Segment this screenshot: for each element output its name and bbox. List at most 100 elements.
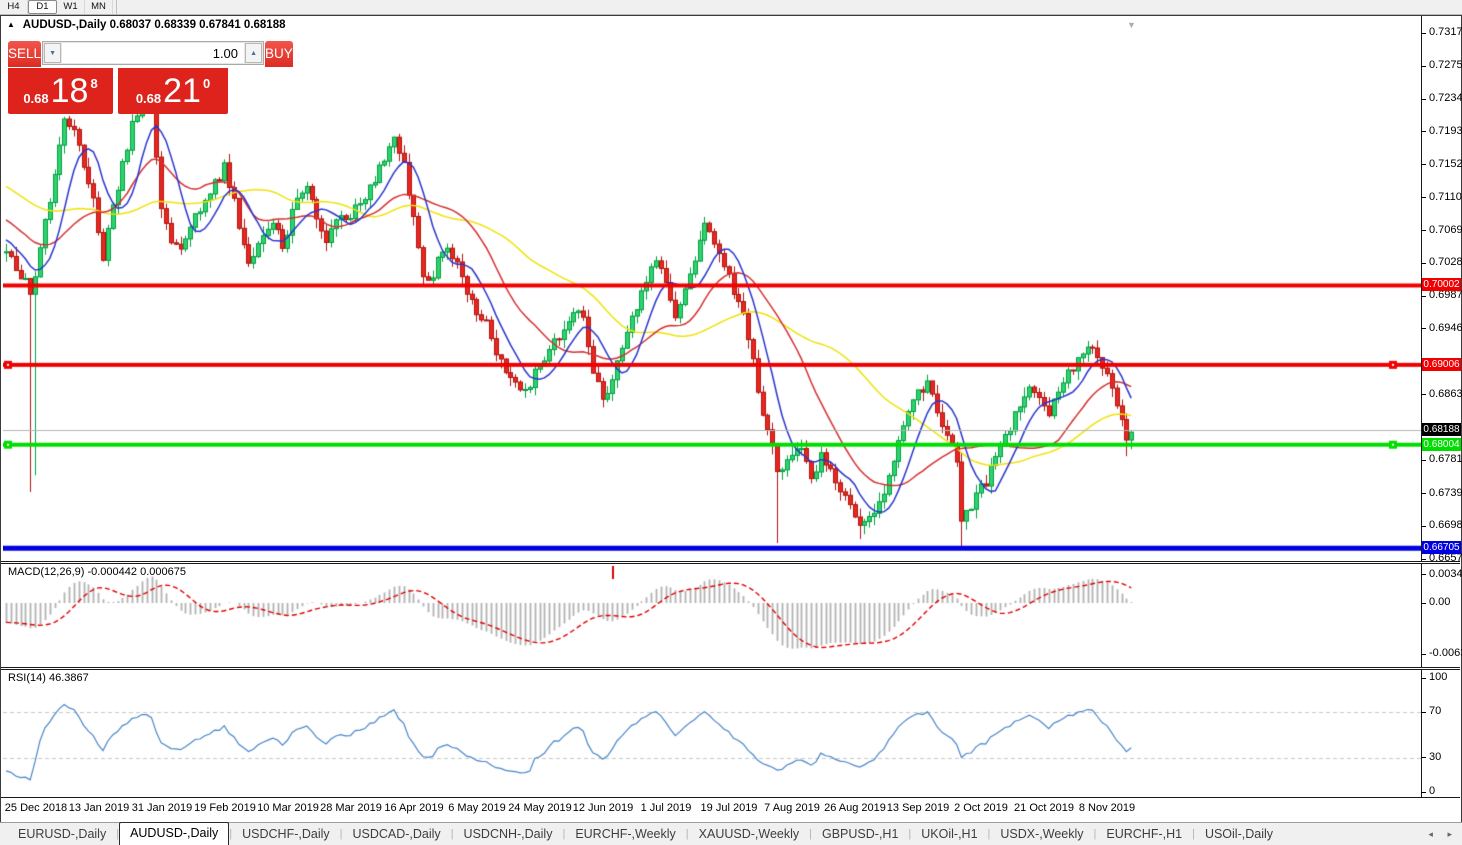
date-axis-label: 1 Jul 2019 <box>640 802 692 814</box>
sell-price-sup: 8 <box>90 75 98 91</box>
price-axis-tick-mark <box>1421 459 1426 461</box>
chart-tabs: EURUSD-,Daily | AUDUSD-,Daily | USDCHF-,Dail… <box>0 822 1283 845</box>
chart-ohlc-values: 0.68037 0.68339 0.67841 0.68188 <box>109 19 286 31</box>
price-axis-tick-label: 0.71930 <box>1429 124 1462 137</box>
spinner-down-icon: ▼ <box>49 50 56 57</box>
volume-decrease-button[interactable]: ▼ <box>44 43 62 63</box>
tab-scroll-arrows: ◂ ▸ <box>1416 829 1462 840</box>
rsi-axis-tick-mark <box>1421 757 1426 759</box>
chart-tab-gbpusd-h1[interactable]: GBPUSD-,H1 <box>812 824 908 845</box>
tab-scroll-left-icon[interactable]: ◂ <box>1428 829 1433 839</box>
price-axis-tick-label: 0.71100 <box>1429 190 1462 203</box>
chart-tab-ukoil-h1[interactable]: UKOil-,H1 <box>911 824 987 845</box>
price-axis-tick-label: 0.70690 <box>1429 223 1462 236</box>
date-axis-label: 31 Jan 2019 <box>131 802 193 814</box>
rsi-axis-tick-label: 70 <box>1429 705 1442 718</box>
chart-title: ▲ AUDUSD-,Daily 0.68037 0.68339 0.67841 … <box>7 19 286 31</box>
timeframe-button-d1[interactable]: D1 <box>28 0 57 14</box>
date-axis-border <box>1 797 1460 798</box>
chart-tab-usdx-weekly[interactable]: USDX-,Weekly <box>990 824 1093 845</box>
buy-button[interactable]: BUY <box>265 41 293 67</box>
date-axis-label: 16 Apr 2019 <box>384 802 444 814</box>
collapse-icon[interactable]: ▲ <box>7 20 15 29</box>
rsi-panel-canvas[interactable] <box>3 671 1421 797</box>
chart-tab-eurchf-weekly[interactable]: EURCHF-,Weekly <box>565 824 685 845</box>
chart-tab-usdchf-daily[interactable]: USDCHF-,Daily <box>232 824 340 845</box>
rsi-panel-separator[interactable] <box>1 667 1460 670</box>
price-axis-tick-label: 0.68630 <box>1429 387 1462 400</box>
chart-shift-marker-icon[interactable]: ▼ <box>1127 20 1136 30</box>
tab-scroll-right-icon[interactable]: ▸ <box>1447 829 1452 839</box>
price-axis-tick-mark <box>1421 525 1426 527</box>
rsi-axis-tick-label: 0 <box>1429 785 1436 797</box>
sell-price-prefix: 0.68 <box>23 90 49 106</box>
macd-axis-tick-label: -0.00637 <box>1429 647 1462 660</box>
sell-price-tile[interactable]: 0.68 18 8 <box>8 68 113 114</box>
date-axis-label: 10 Mar 2019 <box>257 802 319 814</box>
date-axis-label: 13 Sep 2019 <box>886 802 950 814</box>
toolbar-separator <box>116 0 117 14</box>
buy-price-big: 21 <box>163 72 201 110</box>
date-axis-label: 24 May 2019 <box>508 802 572 814</box>
price-line-badge: 0.70002 <box>1422 278 1461 292</box>
price-axis-tick-label: 0.67810 <box>1429 453 1462 466</box>
price-axis-tick-mark <box>1421 197 1426 199</box>
price-line-badge: 0.68004 <box>1422 437 1461 451</box>
date-axis-label: 7 Aug 2019 <box>764 802 820 814</box>
trading-terminal: H4 D1 W1 MN ▲ AUDUSD-,Daily 0.68037 0.68339… <box>0 0 1462 845</box>
chart-tab-eurusd-daily[interactable]: EURUSD-,Daily <box>8 824 116 845</box>
one-click-trading-panel: SELL ▼ ▲ BUY 0.68 18 8 0.68 21 0 <box>8 41 293 114</box>
date-axis-label: 28 Mar 2019 <box>320 802 382 814</box>
volume-spinner: ▼ ▲ <box>42 41 265 65</box>
price-axis-tick-mark <box>1421 164 1426 165</box>
price-axis-tick-mark <box>1421 65 1426 67</box>
price-axis-tick-mark <box>1421 230 1426 232</box>
sell-button[interactable]: SELL <box>8 41 42 67</box>
chart-tab-bar: EURUSD-,Daily | AUDUSD-,Daily | USDCHF-,Dail… <box>0 822 1462 845</box>
timeframe-button-mn[interactable]: MN <box>85 0 113 14</box>
date-axis-label: 2 Oct 2019 <box>954 802 1008 814</box>
buy-price-prefix: 0.68 <box>135 90 162 106</box>
date-axis-label: 8 Nov 2019 <box>1078 802 1136 814</box>
spinner-up-icon: ▲ <box>250 50 257 57</box>
price-axis-tick-label: 0.73170 <box>1429 26 1462 38</box>
timeframe-button-w1[interactable]: W1 <box>57 0 85 14</box>
price-line-badge: 0.66705 <box>1422 541 1461 555</box>
price-line-badge: 0.69006 <box>1422 357 1461 371</box>
price-axis-tick-mark <box>1421 558 1426 560</box>
price-axis-tick-label: 0.72750 <box>1429 59 1462 72</box>
price-axis-tick-mark <box>1421 328 1426 330</box>
timeframe-button-h4[interactable]: H4 <box>0 0 28 14</box>
macd-panel-separator[interactable] <box>1 561 1460 564</box>
price-axis-tick-label: 0.66980 <box>1429 519 1462 532</box>
date-axis-label: 12 Jun 2019 <box>572 802 634 814</box>
price-axis-tick-mark <box>1421 131 1426 133</box>
price-axis-tick-label: 0.69460 <box>1429 321 1462 334</box>
current-price-badge: 0.68188 <box>1422 423 1461 437</box>
date-axis-label: 26 Aug 2019 <box>824 802 886 814</box>
price-axis-tick-mark <box>1421 295 1426 297</box>
chart-tab-xauusd-weekly[interactable]: XAUUSD-,Weekly <box>689 824 809 845</box>
volume-input[interactable] <box>62 43 245 63</box>
chart-tab-usdcad-daily[interactable]: USDCAD-,Daily <box>342 824 450 845</box>
price-axis-tick-label: 0.67390 <box>1429 486 1462 499</box>
price-axis-tick-label: 0.72340 <box>1429 92 1462 105</box>
price-axis-tick-label: 0.70280 <box>1429 256 1462 269</box>
buy-price-tile[interactable]: 0.68 21 0 <box>118 68 228 114</box>
macd-axis-tick-label: 0.00 <box>1429 596 1451 608</box>
date-axis-label: 25 Dec 2018 <box>4 802 68 814</box>
rsi-axis-tick-mark <box>1421 711 1426 713</box>
price-axis-tick-mark <box>1421 493 1426 495</box>
chart-tab-audusd-daily[interactable]: AUDUSD-,Daily <box>119 822 230 845</box>
rsi-axis-tick-mark <box>1421 791 1426 793</box>
price-axis-border <box>1421 16 1422 798</box>
chart-symbol-period: AUDUSD-,Daily <box>22 19 107 31</box>
price-axis-tick-mark <box>1421 262 1426 264</box>
chart-tab-usdcnh-daily[interactable]: USDCNH-,Daily <box>454 824 563 845</box>
macd-panel-canvas[interactable] <box>3 565 1421 667</box>
volume-increase-button[interactable]: ▲ <box>245 43 263 63</box>
date-axis-label: 13 Jan 2019 <box>68 802 130 814</box>
chart-tab-usoil-daily[interactable]: USOil-,Daily <box>1195 824 1283 845</box>
date-axis-label: 19 Feb 2019 <box>194 802 256 814</box>
chart-tab-eurchf-h1[interactable]: EURCHF-,H1 <box>1096 824 1192 845</box>
